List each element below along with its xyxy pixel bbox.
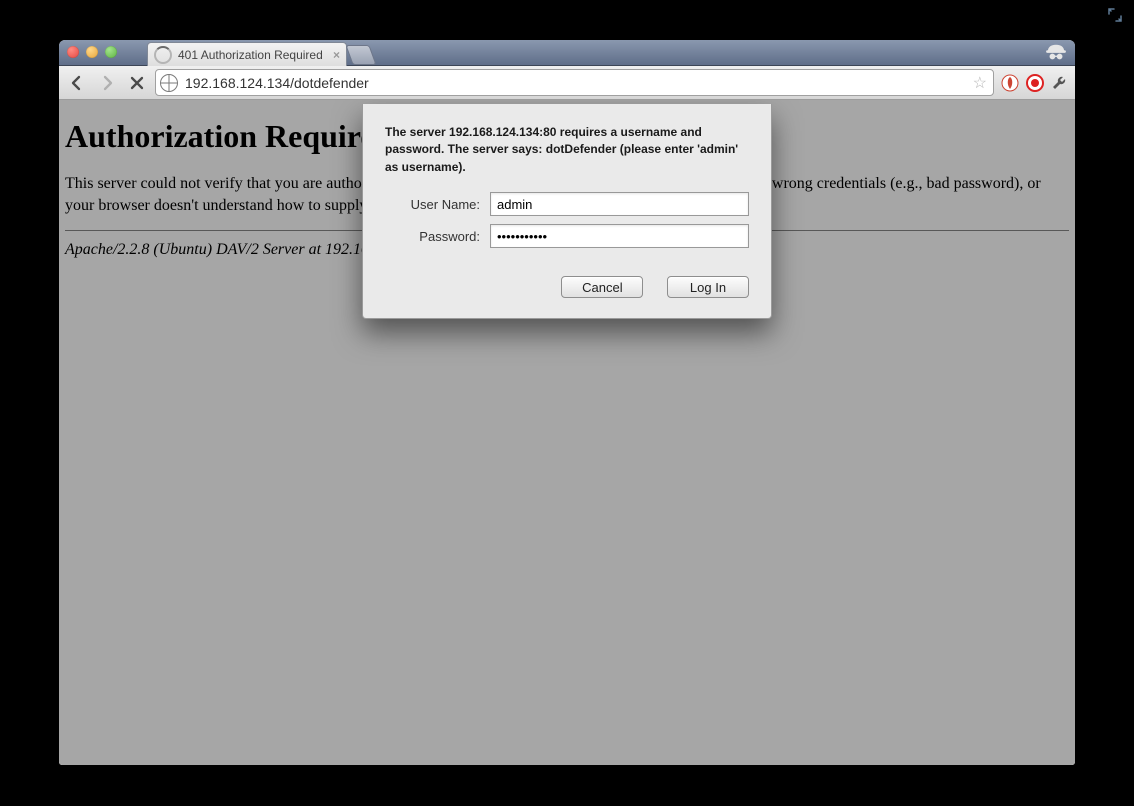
window-close-button[interactable] xyxy=(67,46,79,58)
frame-expand-icon xyxy=(1108,8,1122,25)
username-row: User Name: xyxy=(385,192,749,216)
browser-tab[interactable]: 401 Authorization Required × xyxy=(147,42,347,66)
page-viewport: Authorization Required This server could… xyxy=(59,100,1075,765)
username-label: User Name: xyxy=(385,197,490,212)
window-zoom-button[interactable] xyxy=(105,46,117,58)
address-bar[interactable]: ☆ xyxy=(155,69,994,96)
password-label: Password: xyxy=(385,229,490,244)
wrench-menu-icon[interactable] xyxy=(1050,73,1069,92)
auth-dialog-button-row: Cancel Log In xyxy=(385,276,749,298)
http-auth-dialog: The server 192.168.124.134:80 requires a… xyxy=(362,104,772,319)
traffic-lights xyxy=(67,46,117,58)
auth-dialog-message: The server 192.168.124.134:80 requires a… xyxy=(385,124,749,176)
password-input[interactable] xyxy=(490,224,749,248)
site-info-icon[interactable] xyxy=(160,74,178,92)
tab-title: 401 Authorization Required xyxy=(178,48,323,62)
forward-button[interactable] xyxy=(95,71,119,95)
username-input[interactable] xyxy=(490,192,749,216)
password-row: Password: xyxy=(385,224,749,248)
tab-loading-spinner-icon xyxy=(154,46,172,64)
incognito-icon xyxy=(1045,43,1067,61)
url-input[interactable] xyxy=(183,74,969,92)
tab-close-icon[interactable]: × xyxy=(333,48,340,62)
login-button[interactable]: Log In xyxy=(667,276,749,298)
bookmark-star-icon[interactable]: ☆ xyxy=(973,73,987,93)
window-titlebar: 401 Authorization Required × xyxy=(59,40,1075,66)
cancel-button[interactable]: Cancel xyxy=(561,276,643,298)
browser-window: 401 Authorization Required × ☆ xyxy=(59,40,1075,765)
back-button[interactable] xyxy=(65,71,89,95)
new-tab-button[interactable] xyxy=(345,45,376,65)
browser-toolbar: ☆ xyxy=(59,66,1075,100)
window-minimize-button[interactable] xyxy=(86,46,98,58)
extension-icon-2[interactable] xyxy=(1025,73,1044,92)
stop-reload-button[interactable] xyxy=(125,71,149,95)
extension-icon-1[interactable] xyxy=(1000,73,1019,92)
